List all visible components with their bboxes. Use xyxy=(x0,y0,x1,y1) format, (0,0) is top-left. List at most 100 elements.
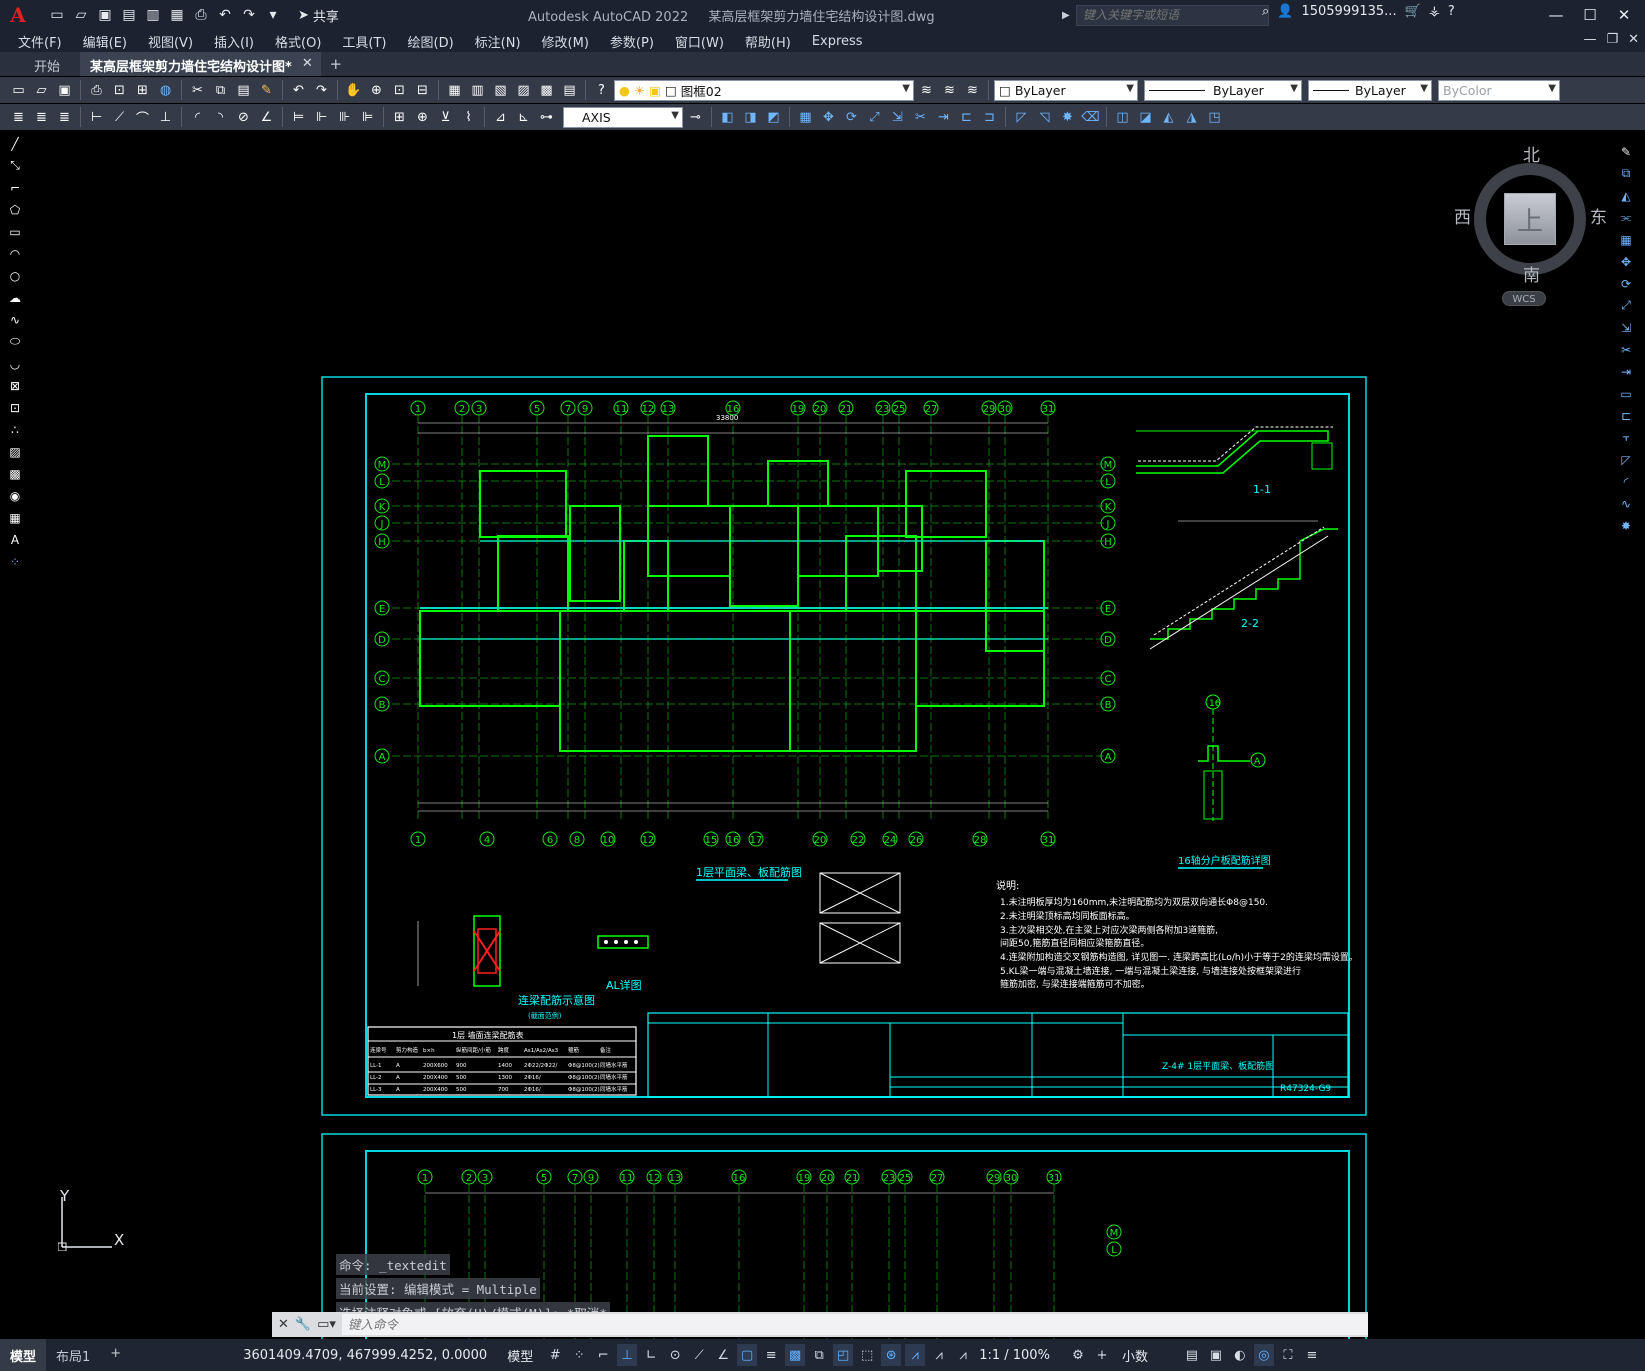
table-icon[interactable]: ▦ xyxy=(5,508,25,527)
open-icon[interactable]: ▱ xyxy=(31,80,52,101)
attribute-icon[interactable]: ◭ xyxy=(1158,107,1179,128)
line-icon[interactable]: ╱ xyxy=(5,134,25,153)
dim-update-icon[interactable]: ⊶ xyxy=(536,107,557,128)
menu-parametric[interactable]: 参数(P) xyxy=(610,32,654,51)
zoom-window-icon[interactable]: ⊡ xyxy=(389,80,410,101)
dim-text-edit-icon[interactable]: ⊾ xyxy=(513,107,534,128)
close-icon[interactable]: ✕ xyxy=(1607,0,1641,30)
hatch-icon[interactable]: ▨ xyxy=(5,442,25,461)
explode-icon[interactable]: ✸ xyxy=(1057,107,1078,128)
selection-cycling-icon[interactable]: ⧉ xyxy=(809,1344,829,1366)
stretch-right-icon[interactable]: ⇲ xyxy=(1616,318,1636,337)
top-face[interactable]: 上 xyxy=(1504,193,1556,245)
qnew-icon[interactable]: ▭ xyxy=(8,80,29,101)
tab-model[interactable]: 模型 xyxy=(0,1339,47,1371)
jogged-linear-icon[interactable]: ⌇ xyxy=(458,107,479,128)
tolerance-icon[interactable]: ⊞ xyxy=(389,107,410,128)
customization-icon[interactable]: ≡ xyxy=(1302,1344,1322,1366)
make-block-icon[interactable]: ⊡ xyxy=(5,398,25,417)
save-tb-icon[interactable]: ▣ xyxy=(54,80,75,101)
copy-right-icon[interactable]: ⧉ xyxy=(1616,164,1636,183)
point-icon[interactable]: ∴ xyxy=(5,420,25,439)
model-space-button[interactable]: 模型 xyxy=(507,1346,533,1365)
center-mark-icon[interactable]: ⊕ xyxy=(412,107,433,128)
ortho-icon[interactable]: ∟ xyxy=(641,1344,661,1366)
drawing-canvas[interactable]: 1 2 3 5 7 9 11 12 13 16 19 20 21 23 25 27 29 30 31 1 4 6 8 10 12… xyxy=(28,131,1610,1339)
stretch-icon[interactable]: ⇲ xyxy=(887,107,908,128)
maximize-icon[interactable]: ☐ xyxy=(1573,0,1607,30)
dim-radius-icon[interactable]: ◜ xyxy=(187,107,208,128)
offset-right-icon[interactable]: ⫘ xyxy=(1616,208,1636,227)
customize-qat-icon[interactable]: ▾ xyxy=(262,4,284,26)
command-customize-icon[interactable]: 🔧 xyxy=(295,1317,311,1332)
3d-dwf-icon[interactable]: ◍ xyxy=(155,80,176,101)
dim-edit-icon[interactable]: ⊿ xyxy=(490,107,511,128)
polygon-icon[interactable]: ⬠ xyxy=(5,200,25,219)
user-name[interactable]: 1505999135... xyxy=(1301,4,1396,19)
offset-icon[interactable]: ◩ xyxy=(763,107,784,128)
annotation-scale-icon[interactable]: ⩘ xyxy=(953,1344,973,1366)
make-current-layer-icon[interactable]: ≋ xyxy=(916,80,937,101)
dynamic-input-icon[interactable]: ⊥ xyxy=(617,1344,638,1366)
undo-icon[interactable]: ↶ xyxy=(214,4,236,26)
join-icon[interactable]: ⊐ xyxy=(979,107,1000,128)
menu-help[interactable]: 帮助(H) xyxy=(745,32,791,51)
plot-tb-icon[interactable]: ⎙ xyxy=(86,80,107,101)
isodraft-icon[interactable]: ⟋ xyxy=(689,1344,709,1366)
dim-aligned-icon[interactable]: ⟋ xyxy=(109,107,130,128)
viewport-scale[interactable]: 1:1 / 100% xyxy=(979,1348,1050,1363)
lineweight-dropdown[interactable]: ByLayer ▼ xyxy=(1308,79,1432,101)
trim-right-icon[interactable]: ✂ xyxy=(1616,340,1636,359)
search-expand-icon[interactable]: ▶ xyxy=(1062,10,1076,21)
tab-layout1[interactable]: 布局1 xyxy=(46,1339,100,1371)
move-icon[interactable]: ✥ xyxy=(818,107,839,128)
redo-tb-icon[interactable]: ↷ xyxy=(311,80,332,101)
command-input[interactable] xyxy=(341,1314,1368,1335)
ellipse-arc-icon[interactable]: ◡ xyxy=(5,354,25,373)
move-right-icon[interactable]: ✥ xyxy=(1616,252,1636,271)
tab-active-document[interactable]: 某高层框架剪力墙住宅结构设计图* ✕ xyxy=(80,52,321,76)
insert-block-left-icon[interactable]: ⊠ xyxy=(5,376,25,395)
doc-minimize-icon[interactable]: — xyxy=(1583,32,1596,47)
auto-scale-icon[interactable]: ⩘ xyxy=(929,1344,949,1366)
quick-properties-icon[interactable]: ▤ xyxy=(1182,1344,1202,1366)
transparency-icon[interactable]: ▩ xyxy=(785,1344,806,1366)
save-icon[interactable]: ▣ xyxy=(94,4,116,26)
circle-icon[interactable]: ○ xyxy=(5,266,25,285)
minimize-icon[interactable]: — xyxy=(1539,0,1573,30)
layer-states-icon[interactable]: ≋ xyxy=(962,80,983,101)
menu-file[interactable]: 文件(F) xyxy=(18,32,62,51)
cart-icon[interactable]: 🛒 xyxy=(1405,4,1421,19)
lineweight-icon[interactable]: ≡ xyxy=(761,1344,781,1366)
exchange-icon[interactable]: ⚶ xyxy=(1429,4,1440,19)
properties-icon[interactable]: ▦ xyxy=(444,80,465,101)
explode-right-icon[interactable]: ✸ xyxy=(1616,516,1636,535)
dim-linear-icon[interactable]: ⊢ xyxy=(86,107,107,128)
publish-icon[interactable]: ▥ xyxy=(142,4,164,26)
clean-screen-icon[interactable]: ⛶ xyxy=(1278,1344,1298,1366)
linetype-dropdown[interactable]: ByLayer ▼ xyxy=(1144,79,1302,101)
arc-icon[interactable]: ◠ xyxy=(5,244,25,263)
open-folder-icon[interactable]: ▱ xyxy=(70,4,92,26)
construction-line-icon[interactable]: ⤡ xyxy=(5,156,25,175)
chamfer-right-icon[interactable]: ◸ xyxy=(1616,450,1636,469)
gradient-icon[interactable]: ▩ xyxy=(5,464,25,483)
menu-tools[interactable]: 工具(T) xyxy=(342,32,386,51)
autocad-logo-icon[interactable]: A xyxy=(0,0,36,30)
wcs-menu[interactable]: WCS xyxy=(1502,291,1546,306)
preview-icon[interactable]: ⊡ xyxy=(109,80,130,101)
pan-icon[interactable]: ✋ xyxy=(343,80,364,101)
annotation-visibility-icon[interactable]: ⩘ xyxy=(905,1344,926,1366)
insert-block-icon[interactable]: ◪ xyxy=(1135,107,1156,128)
cut-icon[interactable]: ✂ xyxy=(187,80,208,101)
inspect-icon[interactable]: ⊻ xyxy=(435,107,456,128)
design-center-icon[interactable]: ▥ xyxy=(467,80,488,101)
plotstyle-dropdown[interactable]: ByColor ▼ xyxy=(1438,79,1560,101)
add-selected-icon[interactable]: ⁘ xyxy=(5,552,25,571)
group-icon[interactable]: ◮ xyxy=(1181,107,1202,128)
layer-previous-icon[interactable]: ≋ xyxy=(939,80,960,101)
redo-icon[interactable]: ↷ xyxy=(238,4,260,26)
tab-close-icon[interactable]: ✕ xyxy=(302,56,313,76)
dim-continue-icon[interactable]: ⊪ xyxy=(334,107,355,128)
object-snap-icon[interactable]: ▢ xyxy=(737,1344,758,1366)
